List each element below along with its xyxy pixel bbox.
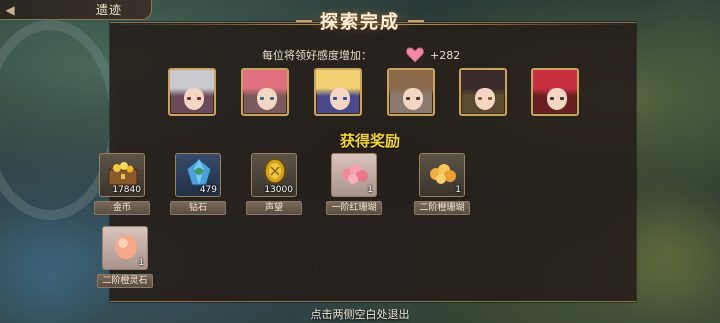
portrait-eye [550, 97, 554, 100]
portrait-eye [333, 97, 337, 100]
location-tab[interactable]: ◀ 遗迹 [0, 0, 152, 20]
reward-count: 13000 [264, 185, 293, 195]
reward-icon-frame: 1 [331, 153, 377, 197]
portrait-eye [197, 97, 201, 100]
reward-label: 一阶红珊瑚 [326, 201, 382, 215]
back-arrow-icon[interactable]: ◀ [0, 0, 20, 20]
reward-count: 1 [367, 185, 373, 195]
reward-item-orange-coral[interactable]: 1 二阶橙珊瑚 [414, 153, 470, 215]
affection-value: +282 [430, 48, 461, 62]
exit-hint: 点击两侧空白处退出 [310, 308, 410, 321]
reward-icon-frame: 1 [419, 153, 465, 197]
portrait-2[interactable] [241, 68, 289, 116]
title-banner: 探索完成 [296, 6, 424, 36]
reward-count: 17840 [112, 185, 141, 195]
reward-item-spirit-stone[interactable]: 1 二阶橙灵石 [97, 226, 153, 288]
heart-icon [406, 47, 424, 63]
portrait-3[interactable] [314, 68, 362, 116]
reward-count: 479 [199, 185, 217, 195]
background-trees [630, 0, 720, 190]
reward-label: 二阶橙灵石 [97, 274, 153, 288]
location-tab-label: 遗迹 [96, 3, 123, 17]
page-title: 探索完成 [320, 12, 400, 33]
portrait-eye [406, 97, 410, 100]
reward-label: 二阶橙珊瑚 [414, 201, 470, 215]
portrait-eye [416, 97, 420, 100]
portrait-row [168, 68, 579, 116]
reward-count: 1 [138, 258, 144, 268]
reward-icon-frame: 479 [175, 153, 221, 197]
reward-item-gold[interactable]: 17840 金币 [94, 153, 150, 215]
reward-label: 金币 [94, 201, 150, 215]
portrait-1[interactable] [168, 68, 216, 116]
portrait-eye [478, 97, 482, 100]
reward-item-red-coral[interactable]: 1 一阶红珊瑚 [326, 153, 382, 215]
affection-row: 每位将领好感度增加： +282 [262, 47, 460, 63]
reward-count: 1 [455, 185, 461, 195]
reward-icon-frame: 17840 [99, 153, 145, 197]
reward-section-title: 获得奖励 [339, 132, 400, 150]
reward-icon-frame: 13000 [251, 153, 297, 197]
portrait-6[interactable] [531, 68, 579, 116]
portrait-4[interactable] [387, 68, 435, 116]
portrait-5[interactable] [459, 68, 507, 116]
reward-item-diamond[interactable]: 479 钻石 [170, 153, 226, 215]
portrait-eye [260, 97, 264, 100]
affection-label: 每位将领好感度增加： [262, 49, 372, 62]
portrait-eye [343, 97, 347, 100]
portrait-eye [187, 97, 191, 100]
orange-spirit-stone-icon [112, 232, 140, 266]
reward-label: 声望 [246, 201, 302, 215]
portrait-eye [560, 97, 564, 100]
portrait-eye [488, 97, 492, 100]
portrait-eye [270, 97, 274, 100]
reward-label: 钻石 [170, 201, 226, 215]
reward-icon-frame: 1 [102, 226, 148, 270]
reward-item-prestige[interactable]: 13000 声望 [246, 153, 302, 215]
